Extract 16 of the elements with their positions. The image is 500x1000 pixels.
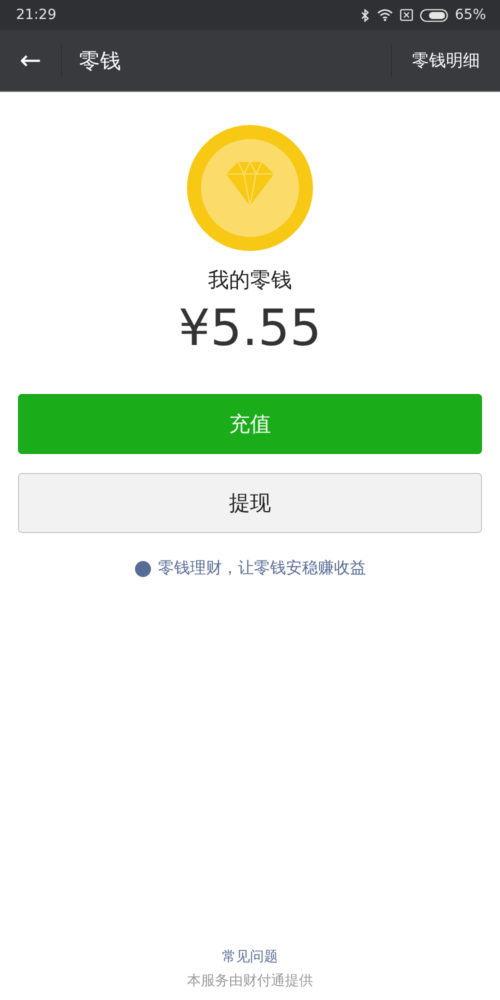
wifi-icon <box>376 9 393 21</box>
balance-amount: ¥5.55 <box>177 298 323 358</box>
provider-note: 本服务由财付通提供 <box>186 972 314 990</box>
page-title: 零钱 <box>79 48 122 74</box>
wealth-link[interactable]: 零钱理财，让零钱安稳赚收益 <box>158 558 366 579</box>
clock: 21:29 <box>16 7 56 23</box>
bluetooth-icon <box>360 8 370 22</box>
battery-percent: 65% <box>454 7 486 23</box>
balance-label: 我的零钱 <box>207 267 293 294</box>
faq-link[interactable]: 常见问题 <box>0 948 500 966</box>
withdraw-button[interactable]: 提现 <box>18 473 482 533</box>
back-button[interactable]: ← <box>0 44 62 76</box>
no-sim-icon <box>400 9 413 21</box>
details-link[interactable]: 零钱明细 <box>391 44 500 76</box>
battery-icon <box>420 8 448 22</box>
diamond-coin-icon <box>186 124 314 252</box>
